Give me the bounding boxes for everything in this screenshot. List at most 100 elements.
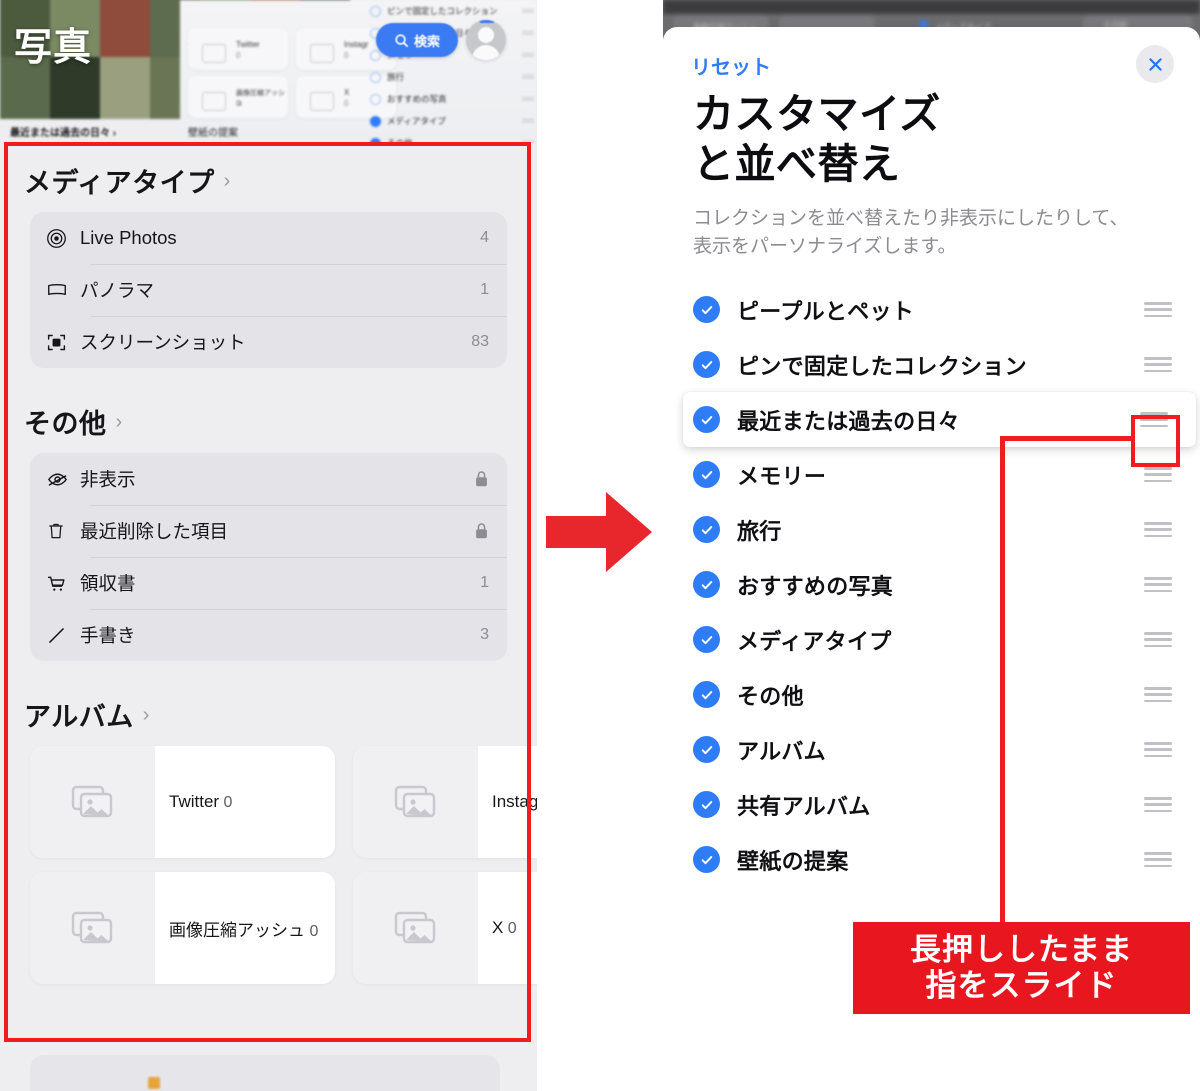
list-item-count: 1 xyxy=(480,281,489,298)
list-item[interactable]: 壁紙の提案 xyxy=(663,832,1200,887)
list-item[interactable]: メディアタイプ xyxy=(663,612,1200,667)
album-grid: Twitter 0 Instagr 0 xyxy=(30,746,537,984)
list-item-label: ピンで固定したコレクション xyxy=(737,353,1027,379)
drag-handle-icon[interactable] xyxy=(1144,632,1172,648)
blur-check-row: おすすめの写真 xyxy=(370,88,537,110)
screenshot-icon xyxy=(46,332,80,353)
album-card[interactable]: 画像圧縮アッシュ 0 xyxy=(30,872,335,984)
section-title: その他 xyxy=(24,409,107,439)
list-item[interactable]: Live Photos 4 xyxy=(30,212,507,264)
checkmark-icon[interactable] xyxy=(693,736,720,764)
list-item-label: パノラマ xyxy=(80,280,155,301)
list-item[interactable]: おすすめの写真 xyxy=(663,557,1200,612)
checkmark-icon[interactable] xyxy=(693,351,720,379)
list-item[interactable]: 共有アルバム xyxy=(663,777,1200,832)
drag-handle-icon[interactable] xyxy=(1144,687,1172,703)
list-item-label: 旅行 xyxy=(737,518,782,544)
album-card[interactable]: X 0 xyxy=(353,872,537,984)
blur-album-card-1: Twitter 0 xyxy=(188,28,288,70)
search-button[interactable]: 検索 xyxy=(376,23,458,57)
list-item-count: 83 xyxy=(471,333,489,350)
checkmark-icon[interactable] xyxy=(693,681,720,709)
blur-check-row: 旅行 xyxy=(370,66,537,88)
left-blurred-header: 写真 アルバム › Twitter0 Instagr0 画像圧縮アッシュ0 X0… xyxy=(0,0,537,143)
drag-handle-icon[interactable] xyxy=(1144,577,1172,593)
other-list: 非表示 最近削除した項目 領収書 1 手書き 3 xyxy=(30,453,507,661)
blur-check-row: メディアタイプ xyxy=(370,110,537,132)
list-item[interactable]: 非表示 xyxy=(30,453,507,505)
blur-check-row: その他 xyxy=(370,132,537,143)
album-card[interactable]: Twitter 0 xyxy=(30,746,335,858)
list-item[interactable]: その他 xyxy=(663,667,1200,722)
list-item[interactable]: 旅行 xyxy=(663,502,1200,557)
checkmark-icon[interactable] xyxy=(693,846,720,874)
list-item-label: スクリーンショット xyxy=(80,332,246,353)
list-item-label: Live Photos xyxy=(80,227,177,248)
list-item[interactable]: 手書き 3 xyxy=(30,609,507,661)
avatar[interactable] xyxy=(466,20,506,60)
drag-handle-icon[interactable] xyxy=(1144,852,1172,868)
list-item[interactable]: メモリー xyxy=(663,447,1200,502)
callout-line-2: 指をスライド xyxy=(925,968,1118,1003)
list-item-label: 手書き xyxy=(80,625,136,646)
blur-collection-checklist: ピンで固定したコレクション 最近または過去の日々 メモリー 旅行 おすすめの写真… xyxy=(370,0,537,143)
live-photos-icon xyxy=(46,228,80,249)
callout-leader-line-horizontal xyxy=(1000,436,1135,441)
drag-handle-icon[interactable] xyxy=(1144,302,1172,318)
list-item[interactable]: 領収書 1 xyxy=(30,557,507,609)
callout-leader-line-vertical xyxy=(1000,436,1005,936)
album-count: 0 xyxy=(507,920,517,937)
list-item-label: 領収書 xyxy=(80,573,136,594)
checkmark-icon[interactable] xyxy=(693,571,720,599)
list-item-label: メディアタイプ xyxy=(737,628,892,654)
album-name: Twitter xyxy=(169,792,220,811)
pencil-icon xyxy=(46,625,80,646)
drag-handle-icon[interactable] xyxy=(1144,467,1172,483)
drag-handle-icon[interactable] xyxy=(1144,797,1172,813)
checkmark-icon[interactable] xyxy=(693,516,720,544)
drag-handle-icon[interactable] xyxy=(1144,742,1172,758)
checkmark-icon[interactable] xyxy=(693,296,720,324)
checkmark-icon[interactable] xyxy=(693,406,720,434)
drag-handle-icon[interactable] xyxy=(1144,522,1172,538)
list-item-label: メモリー xyxy=(737,463,827,489)
chevron-right-icon: › xyxy=(223,170,231,192)
list-item[interactable]: 最近削除した項目 xyxy=(30,505,507,557)
chevron-right-icon: › xyxy=(115,411,123,433)
sheet-topbar: リセット xyxy=(663,27,1200,85)
drag-handle-icon[interactable] xyxy=(1144,357,1172,373)
album-name: 画像圧縮アッシュ xyxy=(169,920,305,940)
list-item[interactable]: ピンで固定したコレクション xyxy=(663,337,1200,392)
chevron-right-icon: › xyxy=(142,704,150,726)
media-type-list: Live Photos 4 パノラマ 1 スクリーンショット 83 xyxy=(30,212,507,368)
panorama-icon xyxy=(46,279,80,301)
photo-stack-icon xyxy=(30,909,155,947)
section-header-albums[interactable]: アルバム › xyxy=(24,695,537,734)
list-item[interactable]: アルバム xyxy=(663,722,1200,777)
blur-recent-label: 最近または過去の日々 › xyxy=(10,128,117,139)
album-name: Instagr xyxy=(492,792,537,811)
checkmark-icon[interactable] xyxy=(693,626,720,654)
checkmark-icon[interactable] xyxy=(693,791,720,819)
reset-button[interactable]: リセット xyxy=(691,51,771,80)
photo-stack-icon xyxy=(353,783,478,821)
section-header-media-type[interactable]: メディアタイプ › xyxy=(24,161,537,200)
album-card[interactable]: Instagr 0 xyxy=(353,746,537,858)
list-item-label: 非表示 xyxy=(80,469,136,490)
sheet-subtitle: コレクションを並べ替えたり非表示にしたりして、 表示をパーソナライズします。 xyxy=(693,208,1129,257)
section-title: アルバム xyxy=(24,702,134,732)
list-item[interactable]: パノラマ 1 xyxy=(30,264,507,316)
list-item[interactable]: ピープルとペット xyxy=(663,282,1200,337)
checkmark-icon[interactable] xyxy=(693,461,720,489)
collection-list: ピープルとペット ピンで固定したコレクション 最近または過去の日々 メモリー 旅… xyxy=(663,282,1200,887)
close-button[interactable] xyxy=(1136,45,1174,83)
section-header-other[interactable]: その他 › xyxy=(24,402,537,441)
list-item[interactable]: スクリーンショット 83 xyxy=(30,316,507,368)
section-title: メディアタイプ xyxy=(24,168,215,198)
search-icon xyxy=(395,33,408,47)
list-item-label: 壁紙の提案 xyxy=(737,848,849,874)
sheet-title: カスタマイズ と並べ替え xyxy=(693,91,941,188)
left-screenshot-panel: 写真 アルバム › Twitter0 Instagr0 画像圧縮アッシュ0 X0… xyxy=(0,0,537,1091)
